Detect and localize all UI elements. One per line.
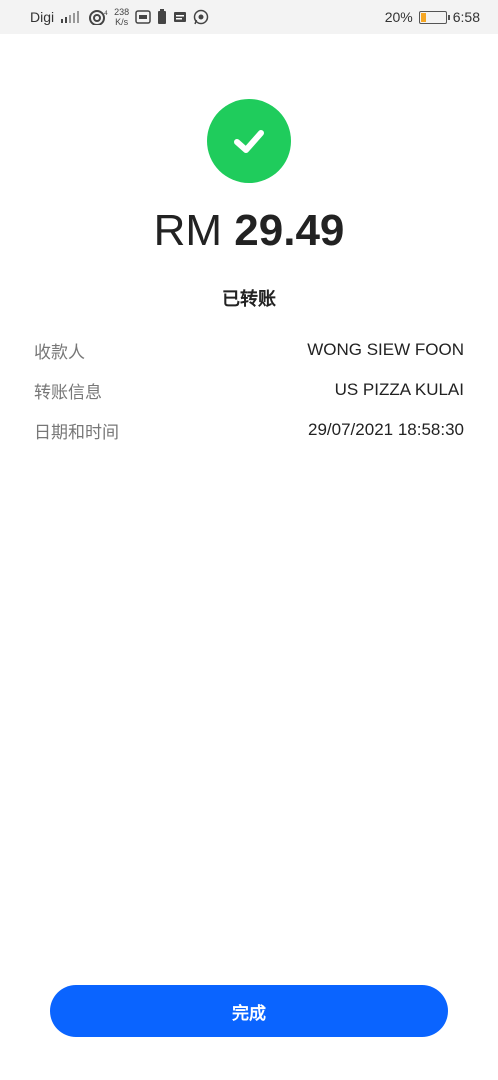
currency-label: RM xyxy=(153,206,223,255)
status-bar: Digi 4 238 K/s 20% 6:58 xyxy=(0,0,498,34)
sim-icon xyxy=(135,10,151,24)
transfer-status: 已转账 xyxy=(222,289,276,309)
detail-row-recipient: 收款人 WONG SIEW FOON xyxy=(34,330,464,370)
battery-saver-icon xyxy=(157,9,167,25)
carrier-label: Digi xyxy=(30,9,55,25)
network-speed: 238 K/s xyxy=(114,7,129,27)
datetime-value: 29/07/2021 18:58:30 xyxy=(308,420,464,439)
battery-percent: 20% xyxy=(384,9,413,25)
message-icon xyxy=(173,10,187,24)
reference-label: 转账信息 xyxy=(34,382,102,402)
battery-icon xyxy=(418,10,450,24)
recipient-value: WONG SIEW FOON xyxy=(307,340,464,359)
detail-row-reference: 转账信息 US PIZZA KULAI xyxy=(34,370,464,410)
checkmark-icon xyxy=(234,130,264,153)
svg-text:4: 4 xyxy=(104,10,108,17)
amount-value: 29.49 xyxy=(234,206,345,255)
signal-icon xyxy=(60,10,82,24)
amount-display: RM 29.49 xyxy=(0,206,498,256)
detail-row-datetime: 日期和时间 29/07/2021 18:58:30 xyxy=(34,410,464,450)
success-badge xyxy=(207,99,291,183)
status-bar-left: Digi 4 238 K/s xyxy=(30,7,209,27)
datetime-label: 日期和时间 xyxy=(34,422,119,442)
network-speed-unit: K/s xyxy=(115,17,129,27)
whatsapp-icon xyxy=(193,9,209,25)
battery-level xyxy=(420,12,426,22)
clock: 6:58 xyxy=(452,9,480,25)
done-button[interactable]: 完成 xyxy=(50,985,448,1037)
status-bar-right: 20% 6:58 xyxy=(385,9,480,25)
reference-value: US PIZZA KULAI xyxy=(334,380,464,399)
wifi-icon: 4 xyxy=(88,9,108,25)
network-speed-value: 238 xyxy=(114,7,130,17)
recipient-label: 收款人 xyxy=(34,342,85,362)
transfer-details: 收款人 WONG SIEW FOON 转账信息 US PIZZA KULAI 日… xyxy=(34,330,464,450)
